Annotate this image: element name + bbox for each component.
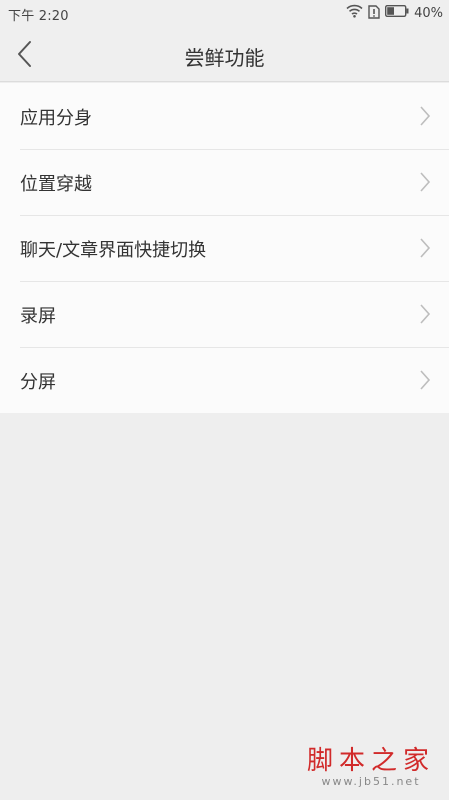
app-header: 尝鲜功能 xyxy=(0,26,449,82)
list-item-label: 分屏 xyxy=(20,372,56,393)
list-item-screen-record[interactable]: 录屏 xyxy=(0,281,449,347)
chevron-right-icon xyxy=(419,105,431,127)
chevron-right-icon xyxy=(419,303,431,325)
list-item-label: 录屏 xyxy=(20,306,56,327)
chevron-right-icon xyxy=(419,171,431,193)
list-item-app-clone[interactable]: 应用分身 xyxy=(0,83,449,149)
list-item-label: 位置穿越 xyxy=(20,174,92,195)
list-item-label: 聊天/文章界面快捷切换 xyxy=(20,240,207,261)
list-item-label: 应用分身 xyxy=(20,108,92,129)
watermark: 脚本之家 www.jb51.net xyxy=(307,740,435,788)
battery-percent: 40% xyxy=(414,5,443,21)
watermark-url: www.jb51.net xyxy=(321,775,421,788)
list-item-quick-switch[interactable]: 聊天/文章界面快捷切换 xyxy=(0,215,449,281)
chevron-right-icon xyxy=(419,237,431,259)
wifi-icon xyxy=(346,4,363,22)
battery-icon xyxy=(385,4,409,21)
list-item-location-travel[interactable]: 位置穿越 xyxy=(0,149,449,215)
page-title: 尝鲜功能 xyxy=(184,46,265,70)
status-icons: 40% xyxy=(346,4,443,22)
watermark-title: 脚本之家 xyxy=(306,746,435,776)
list-item-split-screen[interactable]: 分屏 xyxy=(0,347,449,413)
status-time: 下午 2:20 xyxy=(8,9,69,24)
status-bar: 下午 2:20 40% xyxy=(0,0,449,26)
chevron-right-icon xyxy=(419,369,431,391)
feature-list: 应用分身 位置穿越 聊天/文章界面快捷切换 录屏 分屏 xyxy=(0,83,449,413)
sim-alert-icon xyxy=(368,4,380,23)
